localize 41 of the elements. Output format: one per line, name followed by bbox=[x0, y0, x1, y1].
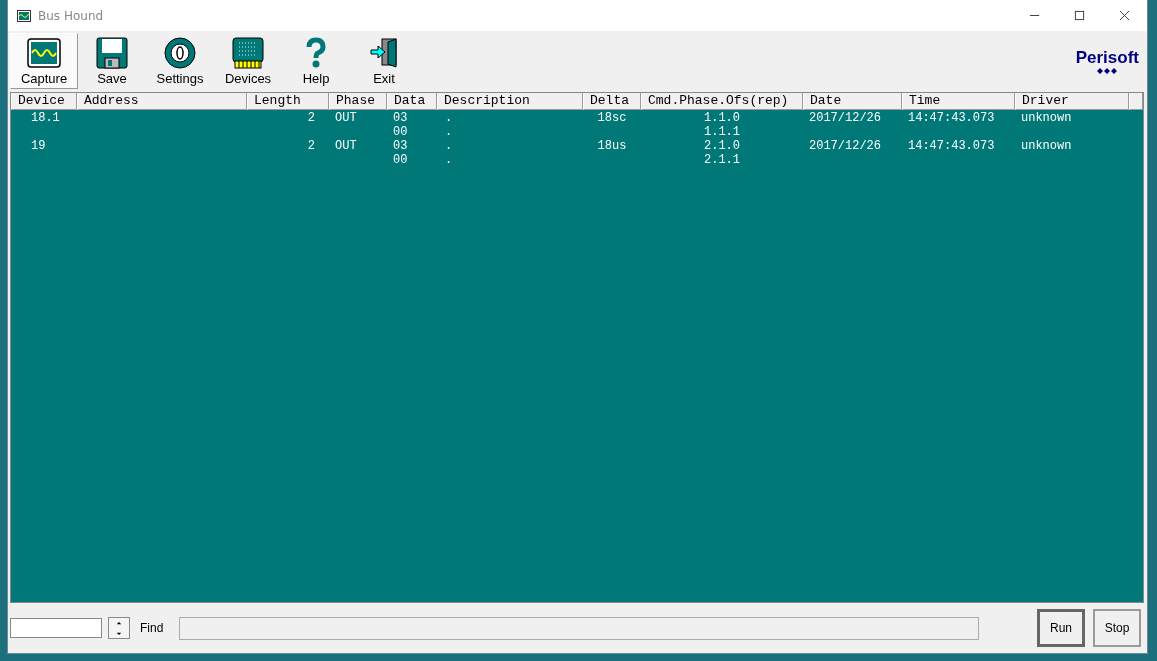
table-cell: . . bbox=[445, 111, 453, 139]
up-arrow-icon bbox=[116, 621, 122, 625]
table-cell-text: 2017/12/26 bbox=[809, 139, 881, 155]
table-cell-text: 2 bbox=[307, 139, 315, 155]
stop-button[interactable]: Stop bbox=[1093, 609, 1141, 647]
table-cell-text: 19 bbox=[31, 139, 46, 155]
table-cell-text: 18sc bbox=[597, 111, 627, 127]
table-cell-text: 2 bbox=[307, 111, 315, 127]
table-cell-text: 18us bbox=[597, 139, 627, 155]
table-cell: . . bbox=[445, 139, 453, 167]
table-cell-text: OUT bbox=[335, 139, 357, 155]
diamonds-icon bbox=[1097, 68, 1118, 74]
table-cell-text: 14:47:43.073 bbox=[908, 139, 995, 155]
find-label: Find bbox=[140, 621, 164, 635]
table-cell-text: unknown bbox=[1021, 139, 1072, 155]
toolbar-button[interactable]: Devices bbox=[214, 33, 282, 89]
table-cell-text: 2017/12/26 bbox=[809, 111, 881, 127]
logo-text: Perisoft bbox=[1075, 48, 1139, 68]
table-cell-text: 18.1 bbox=[31, 111, 60, 127]
chip-icon bbox=[231, 36, 265, 69]
table-cell: 2.1.0 2.1.1 bbox=[704, 139, 740, 167]
oscilloscope-icon bbox=[27, 36, 61, 69]
toolbar-button[interactable]: Exit bbox=[350, 33, 418, 89]
window-title: Bus Hound bbox=[38, 8, 104, 23]
table-cell: 03 00 bbox=[393, 111, 408, 139]
down-arrow-icon bbox=[116, 631, 122, 635]
toolbar-button[interactable]: Settings bbox=[146, 33, 214, 89]
table-cell: 03 00 bbox=[393, 139, 408, 167]
dial-icon bbox=[163, 36, 197, 69]
table-cell-text: OUT bbox=[335, 111, 357, 127]
find-field[interactable] bbox=[179, 616, 980, 640]
app-icon bbox=[17, 9, 31, 22]
run-button[interactable]: Run bbox=[1037, 609, 1085, 647]
spin-button[interactable] bbox=[108, 617, 130, 639]
table-cell-text: 14:47:43.073 bbox=[908, 111, 995, 127]
table-cell-text: unknown bbox=[1021, 111, 1072, 127]
toolbar-button[interactable]: Save bbox=[78, 33, 146, 89]
toolbar-button[interactable]: Capture bbox=[10, 33, 78, 89]
table-cell: 1.1.0 1.1.1 bbox=[704, 111, 740, 139]
toolbar-button[interactable]: Help bbox=[282, 33, 350, 89]
number-field[interactable] bbox=[10, 618, 102, 638]
